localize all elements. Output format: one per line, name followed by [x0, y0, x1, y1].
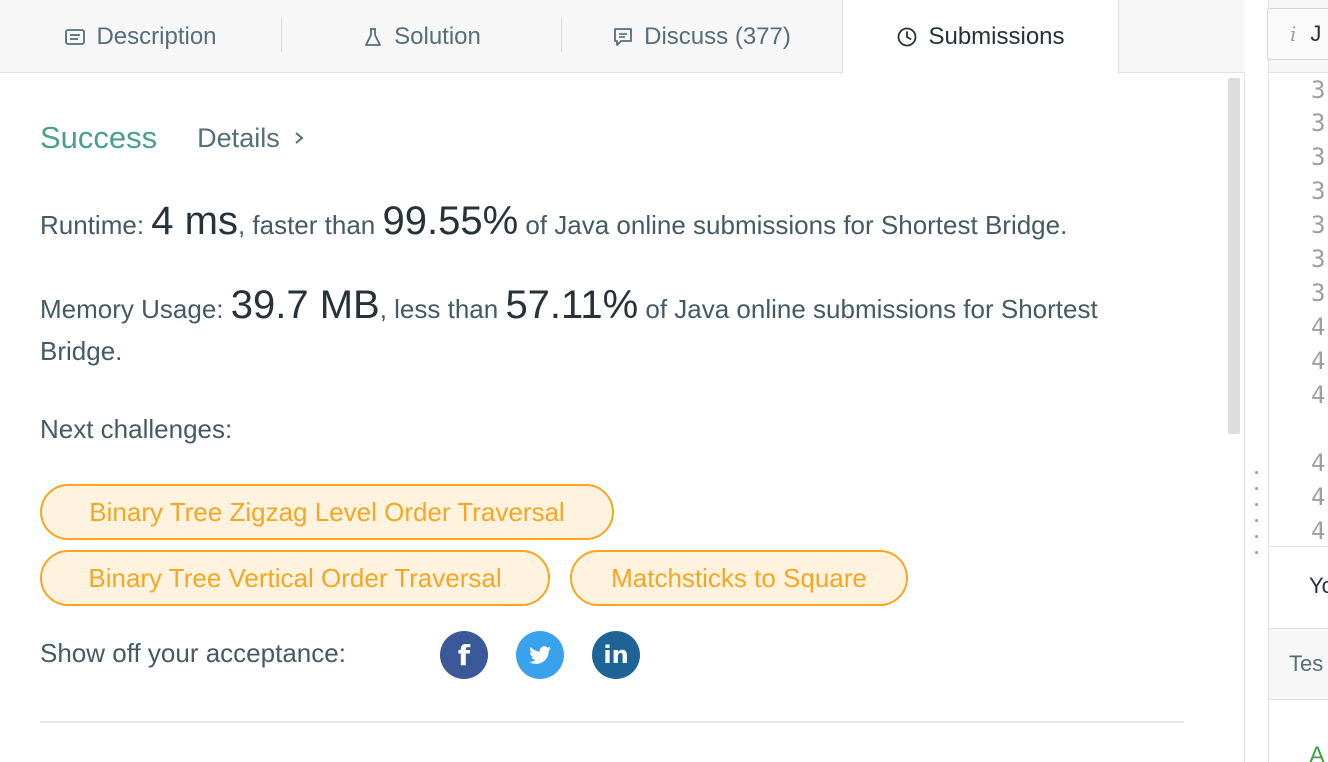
- line-number: 3: [1311, 109, 1326, 137]
- runtime-stats: Runtime: 4 ms, faster than 99.55% of Jav…: [40, 200, 1067, 246]
- testcase-tab[interactable]: Tes: [1269, 628, 1328, 700]
- line-number: 4: [1311, 313, 1326, 341]
- divider: [40, 721, 1184, 723]
- runtime-middle: , faster than: [237, 210, 383, 240]
- memory-label: Memory Usage:: [40, 294, 231, 324]
- details-link[interactable]: Details: [197, 123, 306, 154]
- linkedin-icon[interactable]: in: [592, 631, 640, 679]
- tab-submissions[interactable]: Submissions: [842, 0, 1119, 74]
- line-number: 3: [1311, 245, 1326, 273]
- grip-dot: [1255, 551, 1258, 554]
- memory-value: 39.7 MB: [230, 283, 380, 327]
- grip-dot: [1255, 519, 1258, 522]
- details-label: Details: [197, 122, 280, 153]
- code-editor-panel: i J 3 3 3 3 3 3 3 4 4 4 4 4 4 Yo Tes A: [1267, 0, 1328, 762]
- line-number: 4: [1311, 449, 1326, 477]
- scrollbar[interactable]: [1228, 78, 1240, 434]
- language-select[interactable]: i J: [1267, 8, 1328, 60]
- tab-bar: Description Solution Discuss (377) Submi…: [0, 0, 1244, 74]
- tab-description[interactable]: Description: [0, 0, 281, 73]
- info-icon: i: [1290, 22, 1297, 46]
- challenge-button-matchsticks[interactable]: Matchsticks to Square: [570, 550, 908, 606]
- line-number: 3: [1311, 177, 1326, 205]
- runtime-suffix: of Java online submissions for Shortest …: [518, 210, 1068, 240]
- grip-dot: [1255, 471, 1258, 474]
- grip-dot: [1255, 535, 1258, 538]
- memory-stats: Memory Usage: 39.7 MB, less than 57.11% …: [40, 284, 1150, 372]
- result-status-text: A: [1309, 742, 1326, 762]
- line-number: 3: [1311, 76, 1326, 104]
- tab-solution[interactable]: Solution: [282, 0, 561, 73]
- clock-icon: [898, 27, 917, 47]
- console-hint: Yo: [1269, 546, 1328, 628]
- tab-discuss-label: Discuss (377): [644, 22, 791, 50]
- line-number: 4: [1311, 517, 1326, 545]
- tab-description-label: Description: [96, 22, 217, 50]
- status-row: Success Details: [40, 120, 306, 156]
- tab-solution-label: Solution: [394, 22, 481, 50]
- line-number: 4: [1311, 381, 1326, 409]
- line-number: 4: [1311, 347, 1326, 375]
- language-label: J: [1310, 21, 1322, 46]
- line-number: 4: [1311, 483, 1326, 511]
- line-number: 3: [1311, 211, 1326, 239]
- status-success: Success: [40, 120, 158, 155]
- runtime-label: Runtime:: [40, 210, 152, 240]
- line-number: 3: [1311, 143, 1326, 171]
- runtime-value: 4 ms: [151, 199, 238, 243]
- facebook-icon[interactable]: f: [440, 631, 488, 679]
- challenge-button-zigzag[interactable]: Binary Tree Zigzag Level Order Traversal: [40, 484, 614, 540]
- tab-discuss[interactable]: Discuss (377): [562, 0, 841, 73]
- next-challenges-label: Next challenges:: [40, 414, 233, 444]
- description-icon: [65, 28, 86, 45]
- tab-submissions-label: Submissions: [928, 23, 1065, 50]
- challenge-button-vertical-order[interactable]: Binary Tree Vertical Order Traversal: [40, 550, 550, 606]
- grip-dot: [1255, 487, 1258, 490]
- share-label: Show off your acceptance:: [40, 638, 346, 668]
- flask-icon: [365, 27, 382, 46]
- testcase-tab-label: Tes: [1289, 651, 1324, 676]
- grip-dot: [1255, 503, 1258, 506]
- chevron-right-icon: [295, 132, 304, 144]
- twitter-icon[interactable]: [516, 631, 564, 679]
- comment-icon: [614, 27, 633, 46]
- memory-middle: , less than: [379, 294, 506, 324]
- editor-toolbar: i J: [1267, 0, 1328, 73]
- memory-percent: 57.11%: [505, 283, 639, 327]
- line-number: 3: [1311, 279, 1326, 307]
- console-hint-text: Yo: [1309, 573, 1328, 598]
- runtime-percent: 99.55%: [382, 199, 519, 243]
- panel-resize-handle[interactable]: [1244, 73, 1268, 762]
